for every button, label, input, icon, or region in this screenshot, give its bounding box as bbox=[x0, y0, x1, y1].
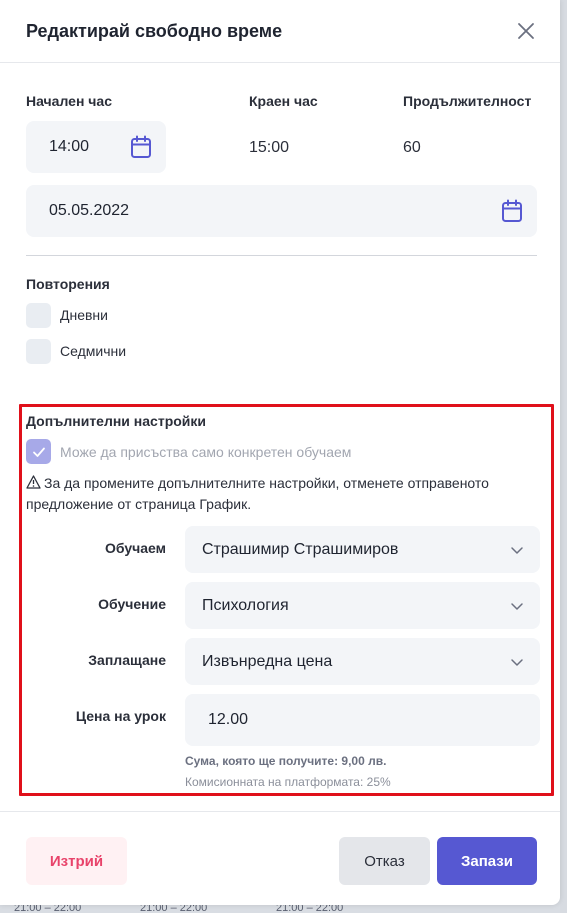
sum-text: Сума, която ще получите: 9,00 лв. bbox=[185, 754, 387, 768]
calendar-icon[interactable] bbox=[130, 135, 152, 159]
chevron-down-icon bbox=[511, 546, 523, 554]
daily-option[interactable]: Дневни bbox=[26, 302, 537, 328]
chevron-down-icon bbox=[511, 602, 523, 610]
delete-button[interactable]: Изтрий bbox=[26, 837, 127, 885]
extra-settings-section: Допълнителни настройки Може да присъства… bbox=[19, 404, 554, 796]
divider bbox=[26, 255, 537, 256]
daily-label: Дневни bbox=[60, 307, 108, 323]
time-row: Начален час 14:00 Краен час 15:00 Продъл… bbox=[26, 93, 537, 173]
only-student-checkbox bbox=[26, 439, 51, 464]
student-field: Обучаем Страшимир Страшимиров bbox=[26, 526, 540, 582]
course-label: Обучение bbox=[98, 596, 166, 612]
extra-settings-title: Допълнителни настройки bbox=[26, 413, 207, 429]
duration-value: 60 bbox=[403, 139, 421, 156]
daily-checkbox[interactable] bbox=[26, 302, 51, 328]
price-label: Цена на урок bbox=[75, 708, 166, 724]
start-time-value: 14:00 bbox=[49, 138, 90, 155]
duration-label: Продължителност bbox=[403, 93, 532, 109]
only-student-label: Може да присъства само конкретен обучаем bbox=[60, 443, 352, 460]
end-time-label: Краен час bbox=[249, 93, 318, 109]
payment-select[interactable]: Извънредна цена bbox=[185, 638, 540, 685]
duration-group: Продължителност 60 bbox=[403, 93, 531, 157]
weekly-option[interactable]: Седмични bbox=[26, 338, 537, 364]
price-value: 12.00 bbox=[208, 711, 249, 728]
close-button[interactable] bbox=[514, 19, 538, 43]
date-input[interactable]: 05.05.2022 bbox=[26, 185, 537, 237]
start-time-input[interactable]: 14:00 bbox=[26, 121, 166, 173]
chevron-down-icon bbox=[511, 658, 523, 666]
end-time-group: Краен час 15:00 bbox=[249, 93, 318, 157]
modal-header: Редактирай свободно време bbox=[0, 0, 560, 63]
calendar-icon[interactable] bbox=[501, 199, 523, 223]
extra-settings-content: Допълнителни настройки Може да присъства… bbox=[26, 407, 540, 794]
end-time-value: 15:00 bbox=[249, 139, 290, 156]
start-time-group: Начален час 14:00 bbox=[26, 93, 166, 173]
edit-free-time-modal: Редактирай свободно време Начален час 14… bbox=[0, 0, 560, 905]
save-button[interactable]: Запази bbox=[437, 837, 537, 885]
price-input[interactable]: 12.00 bbox=[185, 694, 540, 746]
weekly-checkbox[interactable] bbox=[26, 338, 51, 364]
close-icon bbox=[518, 23, 534, 39]
course-field: Обучение Психология bbox=[26, 582, 540, 638]
warning-text: За да промените допълнителните настройки… bbox=[26, 475, 489, 512]
backdrop-edge bbox=[560, 0, 567, 913]
checkmark-icon bbox=[32, 447, 45, 457]
payment-label: Заплащане bbox=[88, 652, 166, 668]
commission-text: Комисионната на платформата: 25% bbox=[185, 775, 391, 789]
payment-field: Заплащане Извънредна цена bbox=[26, 638, 540, 694]
cancel-button[interactable]: Отказ bbox=[339, 837, 430, 885]
student-select[interactable]: Страшимир Страшимиров bbox=[185, 526, 540, 573]
price-field: Цена на урок 12.00 Сума, която ще получи… bbox=[26, 694, 540, 794]
date-value: 05.05.2022 bbox=[49, 202, 130, 219]
course-value: Психология bbox=[202, 596, 289, 614]
student-label: Обучаем bbox=[104, 540, 166, 556]
payment-value: Извънредна цена bbox=[202, 652, 333, 670]
modal-body: Начален час 14:00 Краен час 15:00 Продъл… bbox=[0, 93, 560, 364]
course-select[interactable]: Психология bbox=[185, 582, 540, 629]
modal-footer: Изтрий Отказ Запази bbox=[0, 811, 560, 905]
only-student-option: Може да присъства само конкретен обучаем bbox=[26, 439, 537, 464]
warning-icon bbox=[26, 475, 41, 489]
student-value: Страшимир Страшимиров bbox=[202, 540, 399, 558]
start-time-label: Начален час bbox=[26, 93, 113, 109]
repeats-title: Повторения bbox=[26, 276, 110, 292]
weekly-label: Седмични bbox=[60, 343, 127, 359]
modal-title: Редактирай свободно време bbox=[26, 20, 283, 41]
warning-message: За да промените допълнителните настройки… bbox=[26, 473, 537, 515]
